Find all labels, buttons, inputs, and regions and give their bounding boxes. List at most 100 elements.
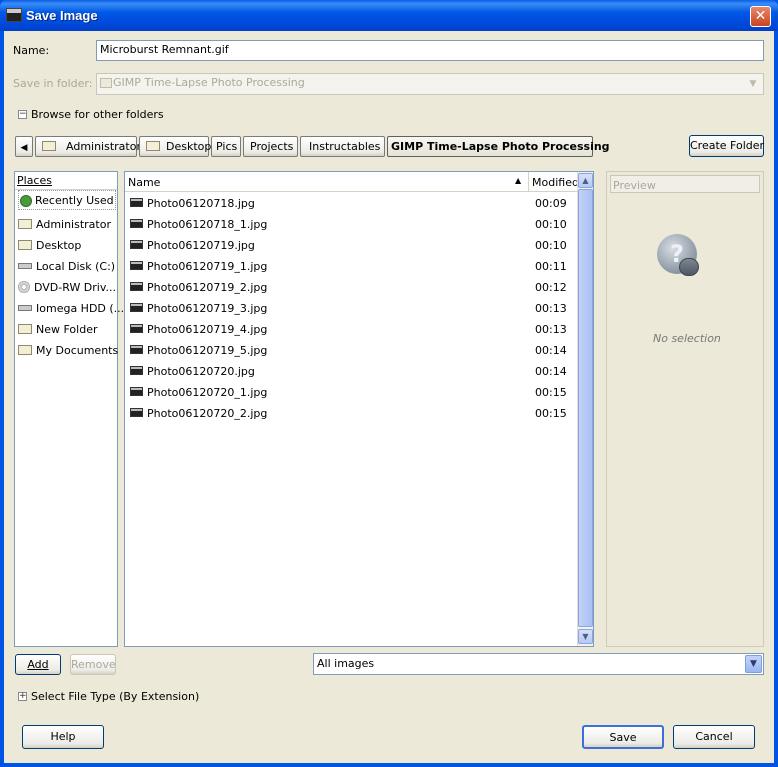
gimp-mascot-icon bbox=[679, 258, 699, 276]
place-my-documents[interactable]: My Documents bbox=[18, 341, 118, 361]
column-header-modified[interactable]: Modified bbox=[529, 172, 579, 192]
image-file-icon bbox=[130, 219, 143, 228]
file-row[interactable]: Photo06120720_1.jpg 00:15 bbox=[130, 382, 578, 403]
place-administrator[interactable]: Administrator bbox=[18, 215, 111, 235]
file-row[interactable]: Photo06120718_1.jpg 00:10 bbox=[130, 214, 578, 235]
file-list-panel: Name ▲ Modified Photo06120718.jpg 00:09 Ph… bbox=[124, 171, 594, 647]
file-row[interactable]: Photo06120720.jpg 00:14 bbox=[130, 361, 578, 382]
chevron-left-icon: ◀ bbox=[20, 143, 28, 153]
file-name: Photo06120719_5.jpg bbox=[147, 344, 268, 357]
image-file-icon bbox=[130, 387, 143, 396]
add-place-button[interactable]: Add bbox=[15, 654, 61, 675]
file-row[interactable]: Photo06120720_2.jpg 00:15 bbox=[130, 403, 578, 424]
chevron-down-icon: ▼ bbox=[749, 79, 757, 89]
file-name: Photo06120718_1.jpg bbox=[147, 218, 268, 231]
place-local-disk[interactable]: Local Disk (C:) bbox=[18, 257, 115, 277]
save-image-window: Save Image ✕ Name: Microburst Remnant.gi… bbox=[0, 0, 778, 767]
breadcrumb-gimp-time-lapse[interactable]: GIMP Time-Lapse Photo Processing bbox=[387, 136, 610, 157]
save-in-folder-label: Save in folder: bbox=[13, 77, 93, 90]
file-name: Photo06120720_1.jpg bbox=[147, 386, 268, 399]
browse-for-other-folders[interactable]: Browse for other folders bbox=[31, 108, 164, 121]
file-modified: 00:11 bbox=[535, 260, 567, 273]
file-modified: 00:15 bbox=[535, 407, 567, 420]
file-row[interactable]: Photo06120719_5.jpg 00:14 bbox=[130, 340, 578, 361]
breadcrumb-pics[interactable]: Pics bbox=[211, 136, 241, 157]
name-input[interactable]: Microburst Remnant.gif bbox=[96, 40, 764, 61]
browse-expander-icon[interactable]: − bbox=[18, 110, 27, 119]
folder-icon bbox=[18, 240, 32, 250]
save-in-folder-combo: GIMP Time-Lapse Photo Processing ▼ bbox=[96, 73, 764, 95]
file-row[interactable]: Photo06120719_1.jpg 00:11 bbox=[130, 256, 578, 277]
cancel-button[interactable]: Cancel bbox=[673, 725, 755, 749]
folder-icon bbox=[42, 141, 56, 151]
place-desktop[interactable]: Desktop bbox=[18, 236, 81, 256]
place-recently-used[interactable]: Recently Used bbox=[18, 190, 116, 210]
column-header-name[interactable]: Name ▲ bbox=[125, 172, 529, 192]
file-name: Photo06120719_1.jpg bbox=[147, 260, 268, 273]
file-row[interactable]: Photo06120718.jpg 00:09 bbox=[130, 193, 578, 214]
place-dvd-rw-drive[interactable]: DVD-RW Driv... bbox=[18, 278, 116, 298]
file-row[interactable]: Photo06120719_2.jpg 00:12 bbox=[130, 277, 578, 298]
file-filter-combo[interactable]: All images ▼ bbox=[313, 653, 764, 675]
breadcrumb-projects[interactable]: Projects bbox=[243, 136, 298, 157]
dvd-drive-icon bbox=[18, 281, 30, 293]
folder-icon bbox=[18, 219, 32, 229]
file-rows: Photo06120718.jpg 00:09 Photo06120718_1.jp… bbox=[125, 193, 577, 643]
select-file-type-toggle[interactable]: Select File Type (By Extension) bbox=[31, 690, 199, 703]
file-type-expander-icon[interactable]: + bbox=[18, 692, 27, 701]
image-file-icon bbox=[130, 324, 143, 333]
places-header[interactable]: Places bbox=[15, 172, 117, 190]
chevron-down-icon[interactable]: ▼ bbox=[745, 655, 762, 673]
file-modified: 00:10 bbox=[535, 218, 567, 231]
close-button[interactable]: ✕ bbox=[750, 6, 771, 27]
image-file-icon bbox=[130, 282, 143, 291]
scroll-up-button[interactable]: ▲ bbox=[578, 173, 593, 188]
gimp-app-icon bbox=[6, 8, 22, 22]
preview-panel: Preview ? No selection bbox=[606, 171, 764, 647]
folder-icon bbox=[18, 324, 32, 334]
places-panel: Places Recently Used Administrator Deskt… bbox=[14, 171, 124, 647]
file-row[interactable]: Photo06120719.jpg 00:10 bbox=[130, 235, 578, 256]
help-button[interactable]: Help bbox=[22, 725, 104, 749]
remove-place-button: Remove bbox=[70, 654, 116, 675]
file-modified: 00:12 bbox=[535, 281, 567, 294]
window-title: Save Image bbox=[26, 8, 98, 23]
file-name: Photo06120719.jpg bbox=[147, 239, 255, 252]
sort-ascending-icon: ▲ bbox=[515, 176, 522, 185]
file-name: Photo06120719_3.jpg bbox=[147, 302, 268, 315]
scroll-thumb[interactable] bbox=[578, 189, 593, 627]
file-name: Photo06120719_2.jpg bbox=[147, 281, 268, 294]
clock-icon bbox=[20, 195, 32, 207]
image-file-icon bbox=[130, 261, 143, 270]
title-bar[interactable]: Save Image ✕ bbox=[0, 0, 778, 31]
file-modified: 00:13 bbox=[535, 302, 567, 315]
harddisk-icon bbox=[18, 263, 32, 269]
folder-icon bbox=[100, 78, 112, 88]
create-folder-button[interactable]: Create Folder bbox=[689, 135, 764, 157]
save-button[interactable]: Save bbox=[582, 725, 664, 749]
folder-icon bbox=[146, 141, 160, 151]
place-iomega-hdd[interactable]: Iomega HDD (... bbox=[18, 299, 124, 319]
no-preview-icon: ? bbox=[657, 234, 703, 280]
place-new-folder[interactable]: New Folder bbox=[18, 320, 97, 340]
file-modified: 00:15 bbox=[535, 386, 567, 399]
image-file-icon bbox=[130, 240, 143, 249]
file-row[interactable]: Photo06120719_4.jpg 00:13 bbox=[130, 319, 578, 340]
file-modified: 00:14 bbox=[535, 344, 567, 357]
image-file-icon bbox=[130, 408, 143, 417]
vertical-scrollbar[interactable]: ▲ ▼ bbox=[577, 172, 593, 646]
file-name: Photo06120719_4.jpg bbox=[147, 323, 268, 336]
breadcrumb-administrator[interactable]: Administrator bbox=[35, 136, 141, 157]
breadcrumb-back-button[interactable]: ◀ bbox=[15, 136, 33, 157]
file-row[interactable]: Photo06120719_3.jpg 00:13 bbox=[130, 298, 578, 319]
file-modified: 00:13 bbox=[535, 323, 567, 336]
file-name: Photo06120720_2.jpg bbox=[147, 407, 268, 420]
scroll-down-button[interactable]: ▼ bbox=[578, 629, 593, 644]
file-modified: 00:09 bbox=[535, 197, 567, 210]
breadcrumb-desktop[interactable]: Desktop bbox=[139, 136, 211, 157]
image-file-icon bbox=[130, 198, 143, 207]
preview-label: Preview bbox=[610, 175, 760, 193]
save-in-folder-value: GIMP Time-Lapse Photo Processing bbox=[113, 76, 305, 89]
file-modified: 00:14 bbox=[535, 365, 567, 378]
breadcrumb-instructables[interactable]: Instructables bbox=[300, 136, 385, 157]
